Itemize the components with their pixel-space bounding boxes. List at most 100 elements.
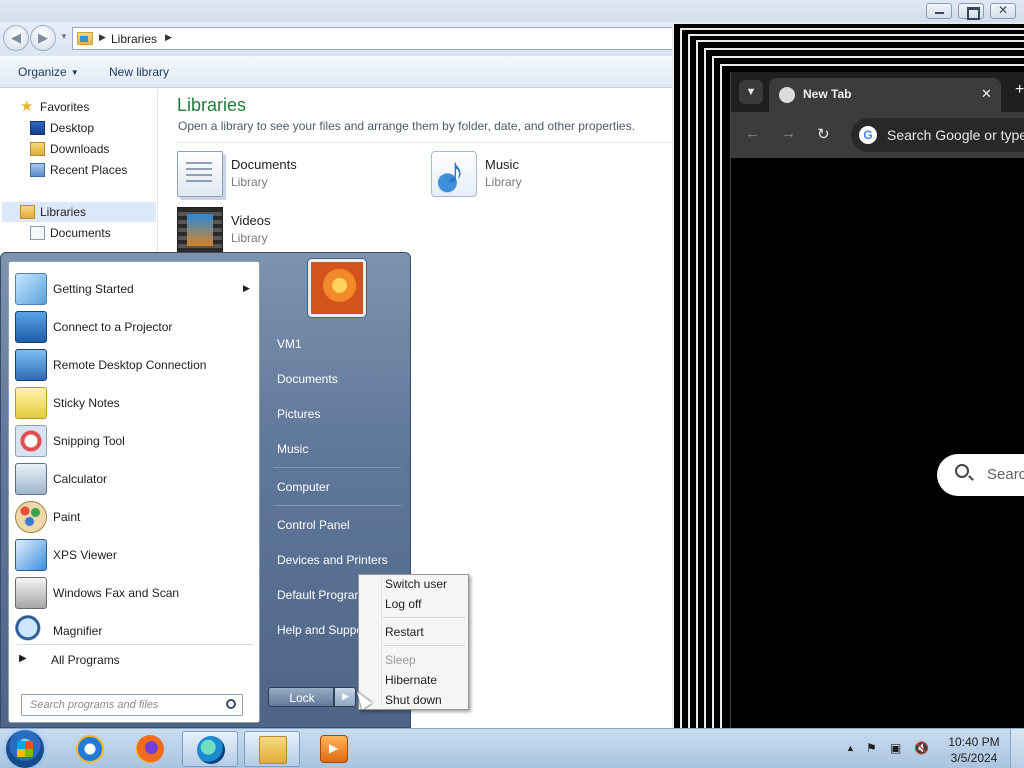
taskbar: ▲ ⚑ ▣ 🔇 10:40 PM 3/5/2024 — [0, 728, 1024, 768]
program-calculator[interactable]: Calculator — [11, 461, 257, 497]
start-link-label: Computer — [277, 480, 330, 494]
nav-libraries-label: Libraries — [40, 205, 87, 219]
start-link-label: Music — [277, 442, 309, 456]
all-programs-arrow-icon: ▶ — [19, 653, 27, 664]
new-library-button[interactable]: New library — [109, 65, 169, 79]
maximize-button[interactable] — [958, 3, 984, 20]
calculator-icon — [15, 463, 47, 495]
documents-icon — [30, 226, 45, 240]
all-programs-button[interactable]: ▶ All Programs — [17, 650, 253, 672]
page-title: Libraries — [177, 95, 247, 115]
start-search-input[interactable]: Search programs and files — [21, 694, 243, 716]
sticky-notes-icon — [15, 387, 47, 419]
minimize-button[interactable] — [926, 3, 952, 19]
start-link-documents[interactable]: Documents — [269, 364, 405, 394]
chevron-down-icon: ▼ — [70, 68, 79, 78]
program-snipping-tool[interactable]: Snipping Tool — [11, 423, 257, 459]
library-music[interactable]: Music Library — [431, 150, 671, 201]
start-link-music[interactable]: Music — [269, 434, 405, 464]
back-button[interactable]: ◀ — [3, 25, 29, 51]
nav-desktop[interactable]: Desktop — [30, 118, 150, 138]
address-bar[interactable]: ▶ Libraries ▶ — [72, 27, 678, 50]
start-link-control-panel[interactable]: Control Panel — [269, 510, 405, 540]
organize-label: Organize — [18, 65, 67, 79]
taskbar-media-player[interactable] — [306, 731, 362, 767]
system-clock[interactable]: 10:40 PM 3/5/2024 — [946, 734, 1002, 766]
nav-documents[interactable]: Documents — [30, 223, 150, 243]
tab-new-tab[interactable]: New Tab ✕ — [769, 78, 1001, 112]
nav-favorites[interactable]: ★ Favorites — [20, 97, 150, 117]
ntp-search-placeholder: Searc — [987, 466, 1024, 483]
tab-search-button[interactable]: ▼ — [739, 80, 763, 104]
new-tab-plus-icon[interactable]: + — [1015, 81, 1024, 99]
action-center-flag-icon[interactable]: ⚑ — [866, 741, 877, 755]
divider — [273, 505, 401, 506]
media-player-icon — [320, 735, 348, 763]
menu-separator — [383, 617, 465, 618]
library-documents[interactable]: Documents Library — [177, 151, 417, 201]
navigation-pane: ★ Favorites Desktop Downloads Recent Pla… — [0, 89, 158, 259]
close-tab-icon[interactable]: ✕ — [981, 86, 992, 102]
nav-libraries[interactable]: Libraries — [2, 202, 156, 222]
program-getting-started[interactable]: Getting Started ▶ — [11, 271, 257, 307]
menu-item-switch-user[interactable]: Switch user — [362, 575, 466, 593]
forward-arrow-icon[interactable]: → — [781, 125, 796, 142]
network-icon[interactable]: ▣ — [890, 741, 901, 755]
close-button[interactable] — [990, 3, 1016, 19]
menu-item-label: Sleep — [385, 653, 416, 667]
start-link-user[interactable]: VM1 — [269, 329, 405, 359]
breadcrumb-arrow-icon[interactable]: ▶ — [99, 32, 106, 43]
menu-item-hibernate[interactable]: Hibernate — [362, 671, 466, 689]
taskbar-edge[interactable] — [182, 731, 238, 767]
menu-item-shut-down[interactable]: Shut down — [362, 691, 466, 709]
recent-pages-chevron-icon[interactable]: ▼ — [60, 32, 68, 41]
volume-muted-icon[interactable]: 🔇 — [914, 741, 929, 755]
libraries-icon — [20, 205, 35, 219]
start-link-pictures[interactable]: Pictures — [269, 399, 405, 429]
library-videos[interactable]: Videos Library — [177, 207, 417, 257]
navigation-bar: ◀ ▶ ▼ ▶ Libraries ▶ — [0, 22, 680, 56]
ntp-search-box[interactable]: Searc — [937, 454, 1024, 496]
program-connect-projector[interactable]: Connect to a Projector — [11, 309, 257, 345]
search-icon[interactable] — [226, 699, 236, 709]
library-name: Music — [485, 157, 519, 172]
forward-button[interactable]: ▶ — [30, 25, 56, 51]
divider — [17, 644, 253, 645]
nav-recent-places[interactable]: Recent Places — [30, 160, 150, 180]
program-label: Sticky Notes — [53, 396, 120, 410]
program-fax-scan[interactable]: Windows Fax and Scan — [11, 575, 257, 611]
breadcrumb-arrow-icon[interactable]: ▶ — [165, 32, 172, 43]
documents-library-icon — [177, 151, 223, 197]
chrome-toolbar: ← → ↻ G Search Google or type — [731, 112, 1024, 158]
page-subtitle: Open a library to see your files and arr… — [178, 119, 635, 133]
nav-downloads-label: Downloads — [50, 142, 110, 156]
menu-item-restart[interactable]: Restart — [362, 623, 466, 641]
taskbar-firefox[interactable] — [122, 731, 178, 767]
new-tab-favicon-icon — [779, 87, 795, 103]
tab-title: New Tab — [803, 87, 852, 101]
edge-icon — [197, 736, 225, 764]
start-link-devices-printers[interactable]: Devices and Printers — [269, 545, 405, 575]
program-remote-desktop[interactable]: Remote Desktop Connection — [11, 347, 257, 383]
program-label: Calculator — [53, 472, 108, 486]
taskbar-internet-explorer[interactable] — [62, 731, 118, 767]
taskbar-windows-explorer[interactable] — [244, 731, 300, 767]
program-xps-viewer[interactable]: XPS Viewer — [11, 537, 257, 573]
user-avatar[interactable] — [308, 259, 366, 317]
omnibox[interactable]: G Search Google or type — [851, 118, 1024, 152]
program-paint[interactable]: Paint — [11, 499, 257, 535]
organize-menu[interactable]: Organize ▼ — [18, 65, 79, 79]
menu-item-log-off[interactable]: Log off — [362, 595, 466, 613]
show-hidden-icons-chevron-icon[interactable]: ▲ — [846, 743, 855, 753]
power-options-menu: Switch user Log off Restart Sleep Hibern… — [358, 574, 469, 710]
show-desktop-button[interactable] — [1010, 729, 1024, 768]
start-link-computer[interactable]: Computer — [269, 472, 405, 502]
back-arrow-icon[interactable]: ← — [745, 125, 760, 142]
lock-button[interactable]: Lock — [268, 687, 334, 707]
program-sticky-notes[interactable]: Sticky Notes — [11, 385, 257, 421]
start-button[interactable] — [6, 730, 44, 768]
breadcrumb-libraries[interactable]: Libraries — [111, 32, 157, 46]
reload-icon[interactable]: ↻ — [817, 125, 830, 143]
program-label: Magnifier — [53, 624, 103, 638]
nav-downloads[interactable]: Downloads — [30, 139, 150, 159]
